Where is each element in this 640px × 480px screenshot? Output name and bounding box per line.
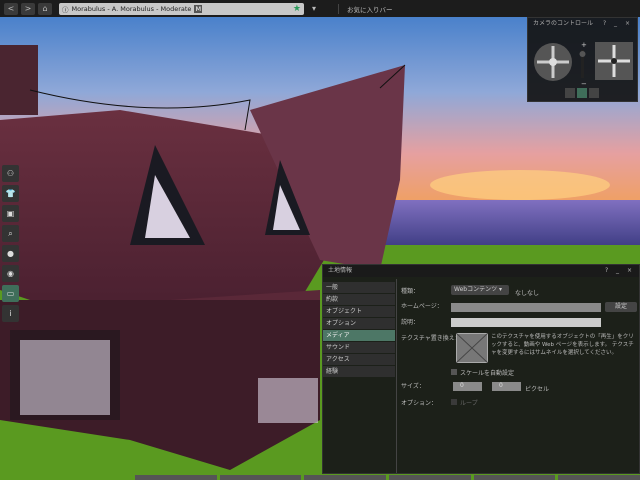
unit-label: ピクセル	[525, 386, 550, 393]
location-bar[interactable]: ⓘ Morabulus - A. Morabulus - Moderate M …	[59, 2, 304, 15]
panel-title: 土地情報	[328, 267, 353, 274]
tab-experience[interactable]: 経験	[323, 366, 395, 377]
camera-controls-panel: カメラのコントロール ? _ × + −	[527, 17, 638, 102]
tab-options[interactable]: オプション	[323, 318, 395, 329]
description-label: 説明：	[401, 319, 420, 326]
toolbar-button[interactable]	[389, 475, 471, 480]
zoom-minus: −	[581, 80, 587, 88]
tab-objects[interactable]: オブジェクト	[323, 306, 395, 317]
toolbar-button[interactable]	[135, 475, 217, 480]
texture-thumbnail[interactable]	[456, 333, 488, 363]
camera-icon[interactable]: ▭	[2, 285, 19, 302]
forward-button[interactable]: >	[21, 2, 35, 15]
type-extra: なしなし	[515, 290, 540, 297]
auto-scale-label: スケールを自動設定	[460, 370, 515, 377]
briefcase-icon[interactable]: ▣	[2, 205, 19, 222]
back-button[interactable]: <	[4, 2, 18, 15]
type-label: 種類：	[401, 288, 420, 295]
radar-icon[interactable]: ◉	[2, 265, 19, 282]
left-toolbar: ⚇ 👕 ▣ ⌕ ● ◉ ▭ i	[2, 165, 19, 325]
camera-joysticks[interactable]: + −	[528, 30, 639, 102]
zoom-plus: +	[581, 41, 587, 49]
description-input[interactable]	[451, 318, 601, 327]
toolbar-button[interactable]	[473, 475, 556, 480]
home-icon[interactable]: ⌂	[38, 2, 52, 15]
tab-general[interactable]: 一般	[323, 282, 395, 293]
land-info-panel: 土地情報 ? _ × 一般 約款 オブジェクト オプション メディア サウンド ア…	[322, 264, 640, 474]
type-value: Webコンテンツ	[454, 286, 498, 293]
tab-covenant[interactable]: 約款	[323, 294, 395, 305]
toolbar-button[interactable]	[558, 475, 640, 480]
info-icon[interactable]: ⓘ	[62, 4, 69, 14]
bottom-toolbar	[135, 475, 640, 480]
loop-label: ループ	[460, 400, 478, 407]
panel-controls[interactable]: ? _ ×	[605, 265, 639, 277]
search-icon[interactable]: ⌕	[2, 225, 19, 242]
texture-label: テクスチャ置き換え：	[401, 335, 461, 342]
eye-icon	[565, 88, 575, 98]
rating-badge: M	[194, 4, 203, 13]
homepage-input[interactable]	[451, 303, 601, 312]
shirt-icon[interactable]: 👕	[2, 185, 19, 202]
auto-scale-checkbox[interactable]	[451, 369, 457, 375]
texture-help-text: このテクスチャを使用するオブジェクトの「再生」をクリックすると、動画や Web …	[491, 334, 634, 356]
move-icon	[577, 88, 587, 98]
info-icon[interactable]: i	[2, 305, 19, 322]
panel-title: カメラのコントロール	[533, 20, 594, 27]
tab-access[interactable]: アクセス	[323, 354, 395, 365]
type-dropdown[interactable]: Webコンテンツ ▾	[451, 285, 509, 295]
dropdown-icon[interactable]: ▾	[307, 3, 321, 15]
homepage-label: ホームページ：	[401, 303, 443, 310]
width-spinner[interactable]: 0	[453, 382, 482, 391]
favorites-bar[interactable]: お気に入りバー	[338, 3, 393, 14]
set-button[interactable]: 設定	[605, 302, 637, 312]
toolbar-button[interactable]	[219, 475, 302, 480]
loop-checkbox[interactable]	[451, 399, 457, 405]
panel-controls[interactable]: ? _ ×	[603, 18, 637, 30]
camera-icon	[589, 88, 599, 98]
location-title: Morabulus - A. Morabulus - Moderate	[71, 4, 192, 13]
people-icon[interactable]: ⚇	[2, 165, 19, 182]
tab-media[interactable]: メディア	[323, 330, 395, 341]
toolbar-button[interactable]	[304, 475, 387, 480]
height-spinner[interactable]: 0	[492, 382, 521, 391]
browser-toolbar: < > ⌂ ⓘ Morabulus - A. Morabulus - Moder…	[0, 0, 640, 17]
options-label: オプション：	[401, 400, 438, 407]
tab-sound[interactable]: サウンド	[323, 342, 395, 353]
lightbulb-icon[interactable]: ●	[2, 245, 19, 262]
favorite-star-icon[interactable]: ★	[293, 4, 301, 14]
divider	[396, 279, 397, 473]
size-label: サイズ：	[401, 383, 425, 390]
